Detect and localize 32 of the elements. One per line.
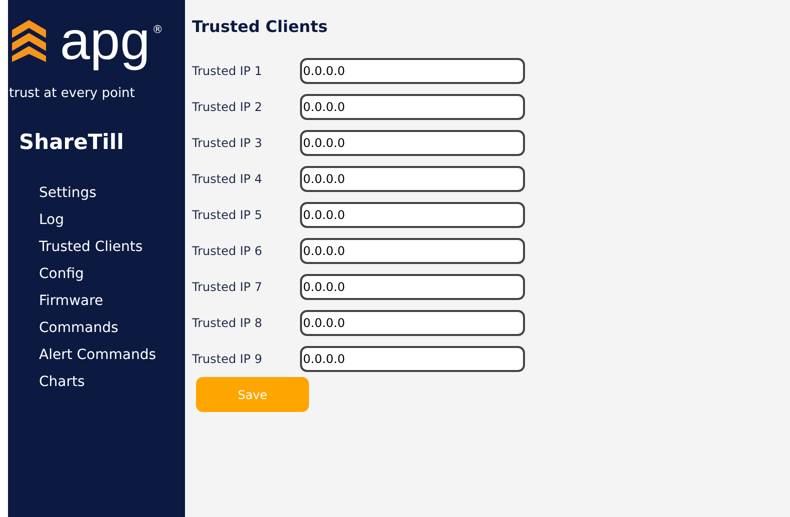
registered-mark: ® <box>152 22 164 38</box>
chevron-logo-icon <box>10 20 48 62</box>
field-label: Trusted IP 4 <box>192 171 264 188</box>
ip-input-field[interactable]: 0.0.0.0 <box>300 238 525 264</box>
field-label: Trusted IP 1 <box>192 63 264 80</box>
nav-link[interactable]: Log <box>39 207 185 234</box>
nav-link[interactable]: Trusted Clients <box>39 234 185 261</box>
ip-input-field[interactable]: 0.0.0.0 <box>300 202 525 228</box>
field-label: Trusted IP 9 <box>192 351 264 368</box>
field-label: Trusted IP 7 <box>192 279 264 296</box>
ip-input-field[interactable]: 0.0.0.0 <box>300 130 525 156</box>
app-title: ShareTill <box>19 128 125 156</box>
nav-link[interactable]: Alert Commands <box>39 342 185 369</box>
nav-link[interactable]: Firmware <box>39 288 185 315</box>
field-label: Trusted IP 3 <box>192 135 264 152</box>
logo-tagline: trust at every point <box>9 85 136 103</box>
nav-link[interactable]: Settings <box>39 180 185 207</box>
field-label: Trusted IP 5 <box>192 207 264 224</box>
field-label: Trusted IP 8 <box>192 315 264 332</box>
field-label: Trusted IP 6 <box>192 243 264 260</box>
nav-link[interactable]: Charts <box>39 369 185 396</box>
nav-link[interactable]: Config <box>39 261 185 288</box>
ip-input-field[interactable]: 0.0.0.0 <box>300 346 525 372</box>
ip-input-field[interactable]: 0.0.0.0 <box>300 58 525 84</box>
ip-input-field[interactable]: 0.0.0.0 <box>300 310 525 336</box>
logo-wordmark: apg <box>60 10 150 72</box>
ip-input-field[interactable]: 0.0.0.0 <box>300 274 525 300</box>
ip-input-field[interactable]: 0.0.0.0 <box>300 94 525 120</box>
nav-link[interactable]: Commands <box>39 315 185 342</box>
ip-input-field[interactable]: 0.0.0.0 <box>300 166 525 192</box>
page-title: Trusted Clients <box>192 16 329 38</box>
field-label: Trusted IP 2 <box>192 99 264 116</box>
